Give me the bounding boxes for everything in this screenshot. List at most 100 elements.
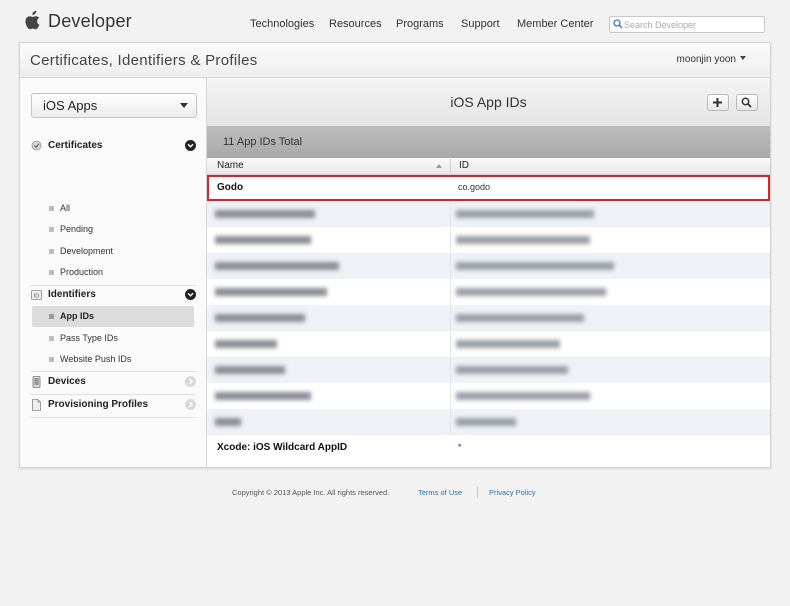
sidebar-section-label: Certificates bbox=[48, 140, 103, 151]
sidebar: iOS Apps Certificates All Pending Develo… bbox=[20, 78, 207, 467]
sidebar-item-label: App IDs bbox=[60, 311, 95, 321]
row-id: * bbox=[458, 442, 462, 452]
table-row[interactable] bbox=[207, 305, 770, 331]
chevron-down-icon[interactable] bbox=[185, 289, 196, 300]
table-row[interactable] bbox=[207, 227, 770, 253]
redacted-id bbox=[456, 418, 516, 426]
column-header-id[interactable]: ID bbox=[459, 160, 469, 171]
column-divider bbox=[450, 331, 451, 357]
redacted-id bbox=[456, 340, 560, 348]
table-row[interactable] bbox=[207, 383, 770, 409]
column-divider bbox=[450, 253, 451, 279]
column-divider bbox=[450, 279, 451, 305]
search-icon bbox=[613, 19, 623, 29]
divider bbox=[30, 417, 196, 418]
main-panel: Certificates, Identifiers & Profiles moo… bbox=[19, 42, 771, 468]
user-menu[interactable]: moonjin yoon bbox=[677, 54, 746, 65]
table-row[interactable] bbox=[207, 253, 770, 279]
sidebar-section-label: Devices bbox=[48, 376, 86, 387]
sidebar-item-label: Pass Type IDs bbox=[60, 333, 118, 343]
id-badge-icon: ID bbox=[31, 290, 42, 300]
table-row[interactable] bbox=[207, 357, 770, 383]
chevron-right-icon[interactable] bbox=[185, 376, 196, 387]
bullet bbox=[49, 314, 54, 319]
chevron-right-icon[interactable] bbox=[185, 399, 196, 410]
sidebar-item-website-push-ids[interactable]: Website Push IDs bbox=[32, 349, 194, 370]
bullet bbox=[49, 206, 54, 211]
sidebar-section-identifiers[interactable]: ID Identifiers bbox=[30, 285, 196, 305]
column-divider bbox=[450, 305, 451, 331]
row-name: Godo bbox=[217, 182, 244, 193]
search-box[interactable] bbox=[609, 16, 765, 33]
redacted-id bbox=[456, 288, 606, 296]
table-row[interactable] bbox=[207, 409, 770, 435]
chevron-down-icon[interactable] bbox=[185, 140, 196, 151]
bullet bbox=[49, 336, 54, 341]
bullet bbox=[49, 270, 54, 275]
caret-down-icon bbox=[740, 56, 746, 60]
sidebar-item-all[interactable]: All bbox=[32, 198, 194, 219]
sidebar-section-devices[interactable]: Devices bbox=[30, 372, 196, 392]
table-row[interactable]: Xcode: iOS Wildcard AppID * bbox=[207, 435, 770, 461]
table-row[interactable] bbox=[207, 279, 770, 305]
brand-title[interactable]: Developer bbox=[48, 11, 132, 32]
column-header-name[interactable]: Name bbox=[217, 160, 244, 171]
redacted-name bbox=[215, 392, 311, 400]
sidebar-item-pending[interactable]: Pending bbox=[32, 219, 194, 240]
nav-member-center[interactable]: Member Center bbox=[517, 18, 593, 30]
sidebar-item-development[interactable]: Development bbox=[32, 241, 194, 262]
caret-down-icon bbox=[180, 103, 188, 108]
content-toolbar: iOS App IDs bbox=[207, 78, 770, 126]
column-divider bbox=[450, 227, 451, 253]
nav-programs[interactable]: Programs bbox=[396, 18, 444, 30]
sidebar-section-provisioning-profiles[interactable]: Provisioning Profiles bbox=[30, 395, 196, 415]
nav-technologies[interactable]: Technologies bbox=[250, 18, 314, 30]
sidebar-item-production[interactable]: Production bbox=[32, 262, 194, 283]
platform-select[interactable]: iOS Apps bbox=[31, 93, 197, 118]
table-row[interactable] bbox=[207, 201, 770, 227]
column-divider bbox=[450, 409, 451, 435]
platform-select-value: iOS Apps bbox=[43, 98, 98, 113]
device-icon bbox=[32, 376, 41, 388]
add-button[interactable] bbox=[707, 94, 729, 111]
sidebar-section-label: Provisioning Profiles bbox=[48, 399, 149, 410]
sidebar-item-app-ids[interactable]: App IDs bbox=[32, 306, 194, 327]
terms-link[interactable]: Terms of Use bbox=[418, 488, 462, 497]
redacted-id bbox=[456, 262, 614, 270]
content-area: iOS App IDs 11 App IDs Total Name ID God… bbox=[207, 78, 770, 467]
content-title: iOS App IDs bbox=[450, 94, 527, 110]
redacted-name bbox=[215, 314, 305, 322]
panel-header: Certificates, Identifiers & Profiles moo… bbox=[20, 43, 770, 78]
total-bar: 11 App IDs Total bbox=[207, 126, 770, 158]
privacy-link[interactable]: Privacy Policy bbox=[489, 488, 536, 497]
sidebar-item-label: Development bbox=[60, 246, 114, 256]
sort-ascending-icon[interactable] bbox=[436, 164, 442, 168]
search-input[interactable] bbox=[624, 17, 760, 32]
sidebar-item-label: Pending bbox=[60, 224, 94, 234]
bullet bbox=[49, 249, 54, 254]
redacted-name bbox=[215, 288, 327, 296]
page-title: Certificates, Identifiers & Profiles bbox=[30, 52, 258, 69]
redacted-name bbox=[215, 262, 339, 270]
footer-divider bbox=[477, 487, 478, 498]
redacted-name bbox=[215, 418, 241, 426]
sidebar-item-pass-type-ids[interactable]: Pass Type IDs bbox=[32, 328, 194, 349]
sidebar-item-label: All bbox=[60, 203, 71, 213]
redacted-name bbox=[215, 210, 315, 218]
column-divider bbox=[450, 383, 451, 409]
table-row[interactable]: Godo co.godo bbox=[207, 175, 770, 201]
redacted-id bbox=[456, 314, 584, 322]
nav-resources[interactable]: Resources bbox=[329, 18, 382, 30]
redacted-id bbox=[456, 210, 594, 218]
bullet bbox=[49, 227, 54, 232]
nav-support[interactable]: Support bbox=[461, 18, 500, 30]
certificate-icon bbox=[31, 140, 42, 151]
search-icon bbox=[741, 97, 752, 108]
redacted-id bbox=[456, 366, 568, 374]
search-button[interactable] bbox=[736, 94, 758, 111]
redacted-name bbox=[215, 366, 285, 374]
sidebar-section-certificates[interactable]: Certificates bbox=[30, 136, 196, 156]
table-row[interactable] bbox=[207, 331, 770, 357]
total-count: 11 App IDs Total bbox=[223, 136, 303, 148]
apple-logo[interactable] bbox=[24, 11, 40, 30]
